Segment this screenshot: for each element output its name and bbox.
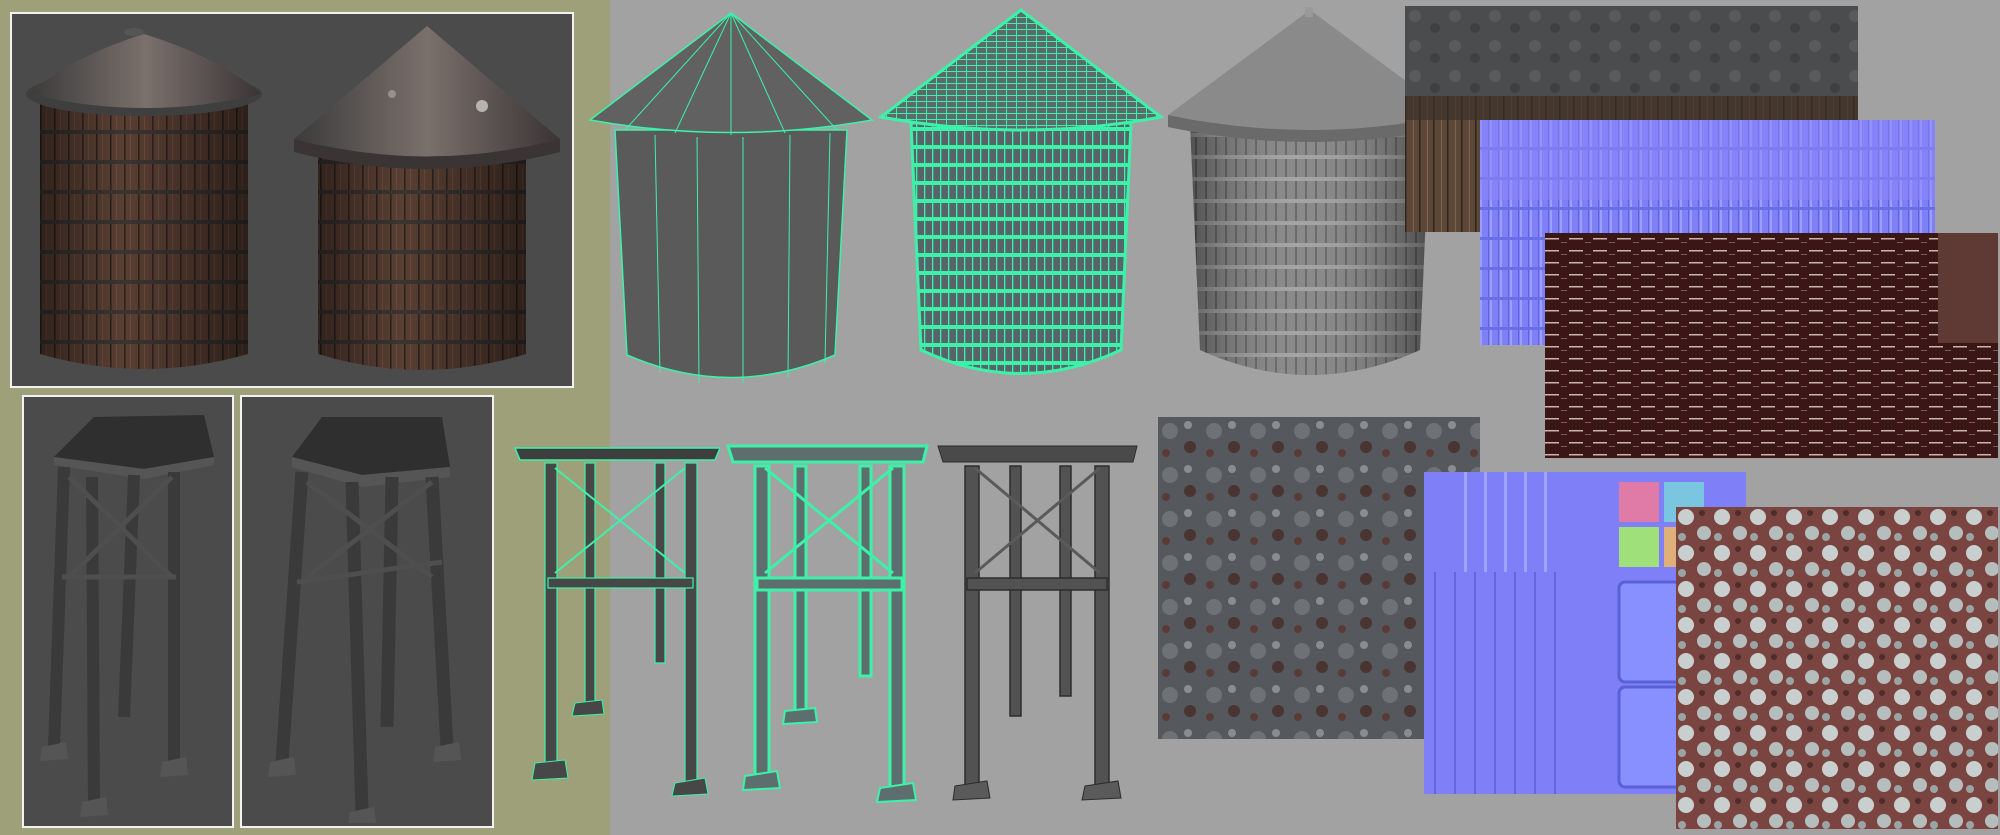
tower-render-panel-b[interactable]	[240, 395, 494, 828]
tank-render-panel[interactable]	[10, 12, 574, 388]
tower-highpoly-clay[interactable]	[935, 438, 1145, 818]
tower-render-icon	[40, 415, 214, 817]
texture-rust-icon	[1676, 507, 1998, 829]
tower-highpoly-wireframe[interactable]	[725, 438, 935, 818]
tower-lowpoly-wireframe[interactable]	[510, 438, 720, 818]
tank-highpoly-wireframe[interactable]	[876, 5, 1166, 395]
rust-paint-tile[interactable]	[1676, 507, 1998, 829]
tower-render-icon	[268, 417, 461, 823]
tank-specular-map[interactable]	[1545, 233, 1998, 458]
tower-render-panel-a[interactable]	[22, 395, 234, 828]
tank-lowpoly-wireframe[interactable]	[585, 5, 875, 395]
water-tank-render-icon	[26, 26, 560, 370]
texture-specular-icon	[1545, 233, 1998, 458]
